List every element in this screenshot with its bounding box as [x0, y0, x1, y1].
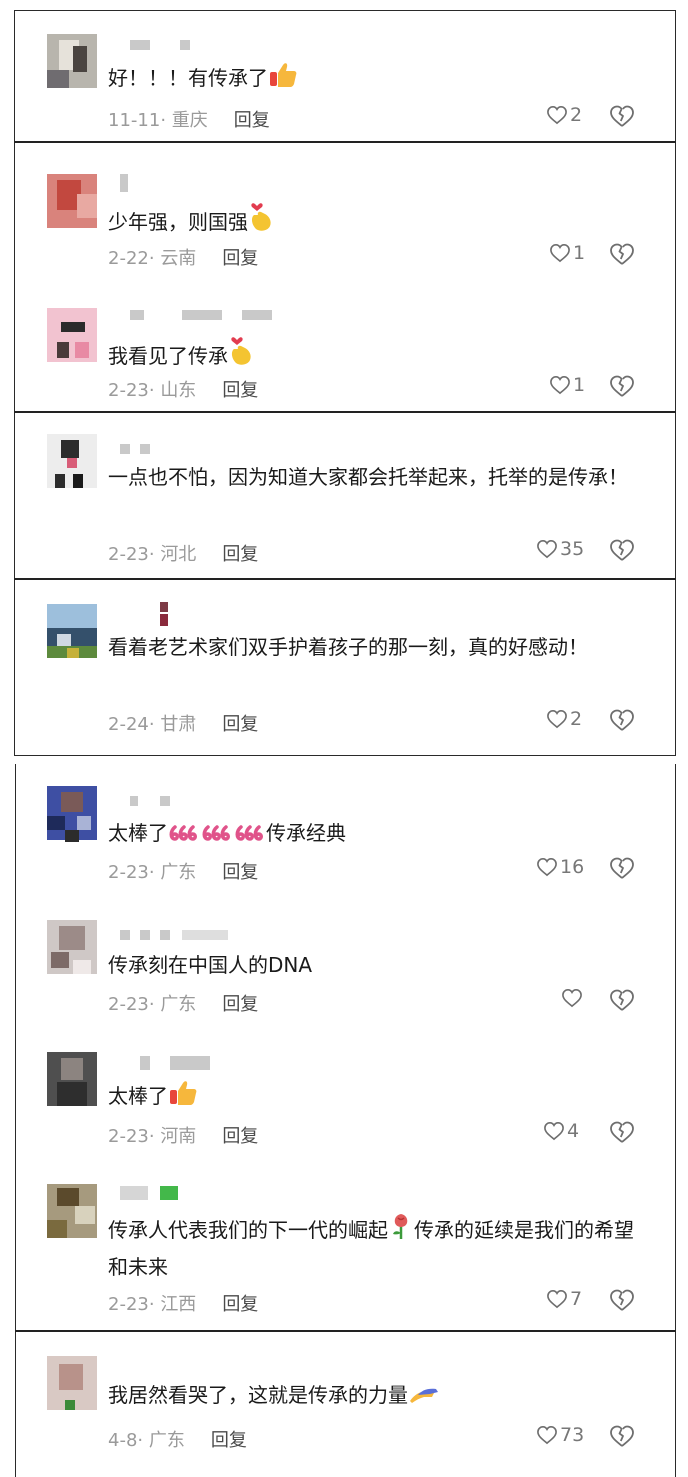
- heart-outline-icon: [547, 105, 567, 125]
- comment-meta: 2-24· 甘肃 回复: [108, 714, 259, 735]
- comment-meta: 2-22· 云南 回复: [108, 248, 259, 269]
- heart-outline-icon: [547, 1289, 567, 1309]
- reply-button[interactable]: 回复: [222, 1294, 258, 1315]
- comment-meta: 4-8· 广东 回复: [108, 1430, 247, 1451]
- like-count: 2: [570, 708, 583, 730]
- like-button[interactable]: 2: [546, 104, 582, 126]
- comment-text: 我看见了传承: [108, 336, 658, 376]
- heart-outline-icon: [537, 1425, 557, 1445]
- avatar[interactable]: [47, 1184, 97, 1238]
- finger-heart-emoji-icon: [228, 336, 254, 376]
- reply-button[interactable]: 回复: [234, 110, 270, 131]
- comment-text: 太棒了 传承经典: [108, 816, 658, 853]
- six-six-six-emoji-icon: [168, 819, 266, 853]
- like-count: 1: [573, 242, 586, 264]
- heart-outline-icon: [550, 243, 570, 263]
- avatar[interactable]: [47, 604, 97, 658]
- comment-text: 传承刻在中国人的DNA: [108, 953, 313, 977]
- divider: [14, 578, 676, 580]
- heart-outline-icon: [562, 988, 582, 1008]
- thumbs-up-emoji-icon: [168, 1078, 198, 1116]
- comment-meta: 2-23· 江西 回复: [108, 1294, 259, 1315]
- like-count: 73: [560, 1424, 585, 1446]
- like-count: 4: [567, 1120, 580, 1142]
- hands-emoji-icon: [408, 1381, 440, 1415]
- reply-button[interactable]: 回复: [222, 544, 258, 565]
- broken-heart-icon[interactable]: [609, 988, 635, 1012]
- broken-heart-icon[interactable]: [609, 708, 635, 732]
- like-button[interactable]: 4: [543, 1120, 579, 1142]
- like-count: 2: [570, 104, 583, 126]
- avatar[interactable]: [47, 308, 97, 362]
- comment-text: 传承人代表我们的下一代的崛起 传承的延续是我们的希望和未来: [108, 1212, 648, 1284]
- comment-text: 看着老艺术家们双手护着孩子的那一刻，真的好感动！: [108, 635, 588, 659]
- like-button[interactable]: 16: [536, 856, 584, 878]
- like-button[interactable]: 35: [536, 538, 584, 560]
- broken-heart-icon[interactable]: [609, 1120, 635, 1144]
- rose-emoji-icon: [388, 1212, 414, 1250]
- like-button[interactable]: 7: [546, 1288, 582, 1310]
- like-count: 1: [573, 374, 586, 396]
- broken-heart-icon[interactable]: [609, 1424, 635, 1448]
- avatar[interactable]: [47, 920, 97, 974]
- like-count: 35: [560, 538, 585, 560]
- finger-heart-emoji-icon: [248, 202, 274, 242]
- comment-text: 一点也不怕，因为知道大家都会托举起来，托举的是传承！: [108, 465, 628, 489]
- divider: [14, 411, 676, 413]
- broken-heart-icon[interactable]: [609, 104, 635, 128]
- reply-button[interactable]: 回复: [222, 862, 258, 883]
- reply-button[interactable]: 回复: [222, 380, 258, 401]
- comment-meta: 2-23· 广东 回复: [108, 994, 259, 1015]
- comment-text: 好！！！有传承了: [108, 60, 658, 98]
- heart-outline-icon: [544, 1121, 564, 1141]
- comment-meta: 2-23· 河南 回复: [108, 1126, 259, 1147]
- avatar[interactable]: [47, 1052, 97, 1106]
- comment-meta: 2-23· 山东 回复: [108, 380, 259, 401]
- comment-text: 太棒了: [108, 1078, 658, 1116]
- avatar[interactable]: [47, 1356, 97, 1410]
- divider: [15, 1330, 676, 1332]
- like-button[interactable]: 1: [549, 242, 585, 264]
- heart-outline-icon: [537, 857, 557, 877]
- heart-outline-icon: [550, 375, 570, 395]
- like-count: 16: [560, 856, 585, 878]
- avatar[interactable]: [47, 34, 97, 88]
- broken-heart-icon[interactable]: [609, 538, 635, 562]
- avatar[interactable]: [47, 434, 97, 488]
- broken-heart-icon[interactable]: [609, 242, 635, 266]
- comment-meta: 2-23· 河北 回复: [108, 544, 259, 565]
- like-button[interactable]: 2: [546, 708, 582, 730]
- like-count: 7: [570, 1288, 583, 1310]
- reply-button[interactable]: 回复: [222, 1126, 258, 1147]
- comment-meta: 11-11· 重庆 回复: [108, 110, 270, 131]
- heart-outline-icon: [547, 709, 567, 729]
- divider: [14, 141, 676, 143]
- broken-heart-icon[interactable]: [609, 374, 635, 398]
- heart-outline-icon: [537, 539, 557, 559]
- reply-button[interactable]: 回复: [222, 248, 258, 269]
- thumbs-up-emoji-icon: [268, 60, 298, 98]
- comment-meta: 2-23· 广东 回复: [108, 862, 259, 883]
- reply-button[interactable]: 回复: [222, 714, 258, 735]
- like-button[interactable]: [561, 988, 585, 1008]
- broken-heart-icon[interactable]: [609, 856, 635, 880]
- reply-button[interactable]: 回复: [222, 994, 258, 1015]
- comment-text: 我居然看哭了，这就是传承的力量: [108, 1378, 658, 1415]
- broken-heart-icon[interactable]: [609, 1288, 635, 1312]
- avatar[interactable]: [47, 174, 97, 228]
- reply-button[interactable]: 回复: [211, 1430, 247, 1451]
- like-button[interactable]: 73: [536, 1424, 584, 1446]
- comment-text: 少年强，则国强: [108, 202, 658, 242]
- avatar[interactable]: [47, 786, 97, 842]
- like-button[interactable]: 1: [549, 374, 585, 396]
